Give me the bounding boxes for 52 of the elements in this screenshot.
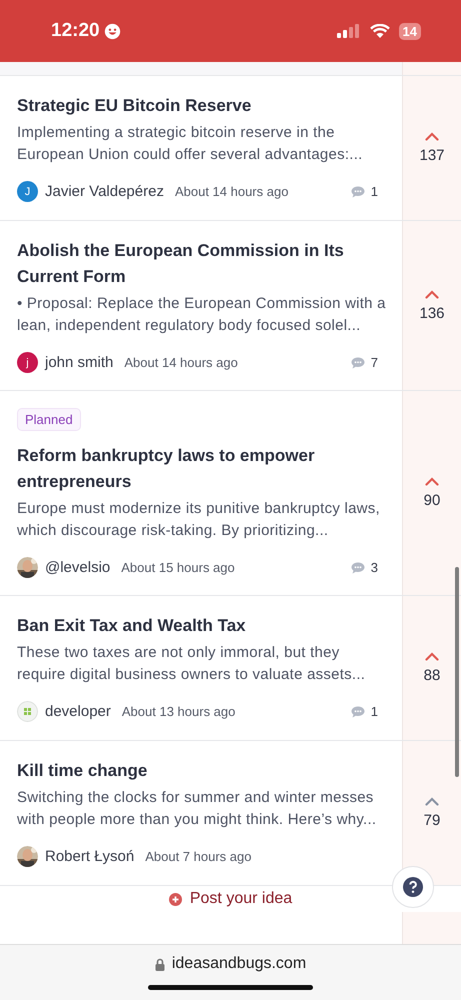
help-icon (403, 877, 423, 897)
lock-icon (154, 958, 165, 970)
plus-circle-icon (168, 892, 182, 906)
post-time: About 14 hours ago (124, 355, 238, 370)
comment-icon (350, 186, 365, 198)
author-name[interactable]: john smith (45, 354, 114, 371)
wifi-icon (370, 24, 390, 38)
post-time: About 15 hours ago (121, 560, 235, 575)
upvote-button[interactable]: 90 (420, 473, 444, 513)
idea-title[interactable]: Kill time change (17, 758, 390, 784)
comment-icon (350, 356, 365, 368)
smiley-icon (104, 22, 121, 40)
chevron-up-icon (425, 290, 439, 298)
comment-icon (350, 706, 365, 718)
upvote-button[interactable]: 137 (415, 128, 449, 168)
comment-count: 3 (370, 560, 378, 575)
post-time: About 14 hours ago (174, 184, 288, 199)
idea-summary: Europe must modernize its punitive bankruptcy laws, which discourage risk-taking. By prioritizing... (17, 499, 381, 541)
comment-icon (350, 562, 365, 574)
upvote-button[interactable]: 88 (420, 648, 444, 688)
signal-icon (336, 24, 361, 38)
idea-title[interactable]: Abolish the European Commission in Its Current Form (17, 238, 390, 290)
idea-summary: These two taxes are not only immoral, but they require digital business owners to valuate assets... (17, 643, 366, 685)
upvote-button[interactable]: 79 (420, 793, 444, 833)
user-avatar: J (17, 181, 38, 202)
chevron-up-icon (425, 797, 439, 806)
battery-indicator: 14 (398, 22, 421, 40)
upvote-button[interactable]: 136 (415, 286, 449, 326)
user-avatar: j (17, 352, 38, 373)
author-name[interactable]: developer (45, 703, 111, 720)
status-tag: Planned (17, 408, 81, 431)
post-time: About 13 hours ago (122, 704, 236, 719)
author-name[interactable]: Robert Łysoń (45, 848, 134, 865)
idea-title[interactable]: Strategic EU Bitcoin Reserve (17, 93, 390, 119)
idea-summary: • Proposal: Replace the European Commission with a lean, independent regulatory body focused solel... (17, 294, 387, 336)
post-time: About 7 hours ago (145, 849, 252, 864)
comment-count: 1 (370, 184, 378, 199)
idea-summary: Switching the clocks for summer and winter messes with people more than you might think. Here’s why... (17, 788, 378, 830)
idea-title[interactable]: Ban Exit Tax and Wealth Tax (17, 613, 390, 639)
user-avatar (17, 701, 38, 722)
author-name[interactable]: @levelsio (45, 559, 110, 576)
idea-title[interactable]: Reform bankruptcy laws to empower entrepreneurs (17, 443, 390, 495)
comment-count: 7 (370, 355, 378, 370)
idea-summary: Implementing a strategic bitcoin reserve in the European Union could offer several advantages:... (17, 123, 364, 165)
comment-count: 1 (370, 704, 378, 719)
chevron-up-icon (425, 132, 439, 141)
url-text[interactable]: ideasandbugs.com (172, 955, 306, 973)
clock-time: 12:20 (51, 20, 100, 42)
chevron-up-icon (425, 652, 439, 661)
author-name[interactable]: Javier Valdepérez (45, 183, 164, 200)
chevron-up-icon (425, 477, 439, 486)
post-idea-button[interactable]: Post your idea (164, 888, 296, 910)
